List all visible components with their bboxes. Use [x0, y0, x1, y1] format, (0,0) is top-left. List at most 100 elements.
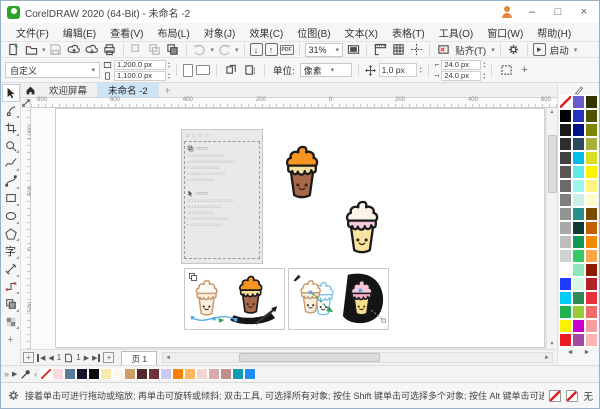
crop-tool[interactable] [2, 119, 20, 137]
open-icon[interactable] [23, 42, 39, 57]
launch-label[interactable]: 启动 [548, 43, 571, 57]
color-swatch[interactable] [572, 123, 585, 137]
color-swatch[interactable] [52, 368, 64, 380]
color-swatch[interactable] [585, 277, 598, 291]
import-icon[interactable]: ↓ [250, 43, 263, 56]
color-swatch[interactable] [572, 193, 585, 207]
page-height-spinner[interactable]: ▴▾ [168, 72, 170, 80]
color-swatch[interactable] [232, 368, 244, 380]
docpal-scroll-left-icon[interactable]: ‹ [34, 369, 37, 379]
palette-scroll-left-icon[interactable]: ◄ [567, 349, 574, 356]
color-swatch[interactable] [572, 277, 585, 291]
status-gear-icon[interactable] [7, 389, 20, 402]
color-swatch[interactable] [244, 368, 256, 380]
zoom-level-combo[interactable]: 31%▾ [305, 43, 344, 57]
color-swatch[interactable] [559, 277, 572, 291]
color-swatch[interactable] [76, 368, 88, 380]
color-swatch[interactable] [585, 333, 598, 347]
docpal-expand-icon[interactable]: » [4, 369, 9, 379]
menu-file[interactable]: 文件(F) [9, 25, 56, 40]
previous-page-icon[interactable]: ◀ [48, 354, 53, 362]
horizontal-scrollbar[interactable]: ◄ ► [162, 352, 553, 363]
menu-bitmaps[interactable]: 位图(B) [290, 25, 337, 40]
add-tool-button[interactable]: + [7, 334, 13, 346]
menu-window[interactable]: 窗口(W) [480, 25, 530, 40]
color-swatch[interactable] [559, 165, 572, 179]
color-swatch[interactable] [559, 109, 572, 123]
color-swatch[interactable] [585, 137, 598, 151]
pink-cupcake-art[interactable] [339, 197, 385, 259]
undo-icon[interactable] [192, 42, 208, 57]
close-button[interactable]: × [577, 6, 591, 18]
home-tab-icon[interactable] [21, 83, 39, 97]
color-swatch[interactable] [572, 207, 585, 221]
ruler-origin-icon[interactable] [21, 98, 31, 108]
color-swatch[interactable] [585, 123, 598, 137]
drop-shadow-tool[interactable] [2, 295, 20, 313]
color-swatch[interactable] [572, 305, 585, 319]
copy-icon[interactable] [147, 42, 163, 57]
launch-icon[interactable]: ▸ [533, 43, 546, 56]
color-swatch[interactable] [585, 291, 598, 305]
duplicate-x-field[interactable]: 24.0 px [441, 60, 481, 70]
color-swatch[interactable] [172, 368, 184, 380]
color-swatch[interactable] [572, 333, 585, 347]
nudge-field[interactable]: 1.0 px [379, 63, 417, 77]
color-swatch[interactable] [585, 207, 598, 221]
connector-tool[interactable] [2, 278, 20, 296]
color-swatch[interactable] [559, 137, 572, 151]
color-swatch[interactable] [136, 368, 148, 380]
color-swatch[interactable] [572, 291, 585, 305]
show-rulers-icon[interactable] [372, 42, 388, 57]
color-swatch[interactable] [559, 207, 572, 221]
shape-tool[interactable] [2, 102, 20, 120]
color-swatch[interactable] [160, 368, 172, 380]
portrait-button[interactable] [183, 64, 193, 77]
launch-dropdown-icon[interactable]: ▾ [574, 46, 578, 54]
no-color-swatch[interactable] [40, 368, 52, 380]
units-select[interactable]: 像素▾ [300, 63, 352, 77]
snap-off-icon[interactable] [435, 42, 451, 57]
customize-plus-button[interactable]: + [517, 64, 531, 76]
page-height-field[interactable]: 1,100.0 px [114, 71, 166, 81]
color-swatch[interactable] [559, 333, 572, 347]
next-page-icon[interactable]: ▶ [84, 354, 89, 362]
color-swatch[interactable] [572, 179, 585, 193]
color-swatch[interactable] [585, 263, 598, 277]
color-swatch[interactable] [112, 368, 124, 380]
page-preset-select[interactable]: 自定义▾ [5, 62, 100, 78]
freehand-tool[interactable] [2, 154, 20, 172]
vertical-ruler[interactable]: 1,000 500 0 500 [21, 108, 31, 349]
first-page-icon[interactable]: ◀ [37, 354, 45, 362]
color-swatch[interactable] [585, 109, 598, 123]
color-swatch[interactable] [585, 235, 598, 249]
color-swatch[interactable] [220, 368, 232, 380]
nudge-spinner[interactable]: ▴▾ [420, 66, 422, 74]
orange-cupcake-art[interactable] [279, 141, 325, 205]
polygon-tool[interactable] [2, 225, 20, 243]
color-swatch[interactable] [559, 193, 572, 207]
docpal-flyout-icon[interactable]: ▶ [12, 370, 17, 378]
pick-tool[interactable] [2, 84, 20, 102]
duplicate-y-field[interactable]: 24.0 px [441, 71, 481, 81]
horizontal-ruler[interactable]: 8006004002000200400600 [31, 98, 557, 108]
new-tab-button[interactable]: + [159, 86, 177, 97]
color-swatch[interactable] [559, 319, 572, 333]
color-swatch[interactable] [196, 368, 208, 380]
color-swatch[interactable] [572, 95, 585, 109]
text-tool[interactable]: 字 [2, 242, 20, 260]
color-swatch[interactable] [559, 179, 572, 193]
color-swatch[interactable] [208, 368, 220, 380]
color-swatch[interactable] [559, 249, 572, 263]
page-width-field[interactable]: 1,200.0 px [114, 60, 166, 70]
drawing-canvas[interactable]: □ □ □ □ □□□□ □□□□□□□□□□□□□ □□□□□□□□□□□□□… [31, 108, 546, 349]
page-1-tab[interactable]: 页 1 [121, 351, 157, 365]
user-account-icon[interactable] [501, 6, 513, 18]
redo-dropdown-icon[interactable]: ▾ [235, 46, 239, 54]
color-swatch[interactable] [559, 263, 572, 277]
all-pages-icon[interactable] [223, 63, 239, 78]
options-gear-icon[interactable] [506, 42, 522, 57]
open-dropdown-icon[interactable]: ▾ [42, 46, 46, 54]
menu-text[interactable]: 文本(X) [338, 25, 385, 40]
vertical-scroll-thumb[interactable] [548, 135, 557, 193]
